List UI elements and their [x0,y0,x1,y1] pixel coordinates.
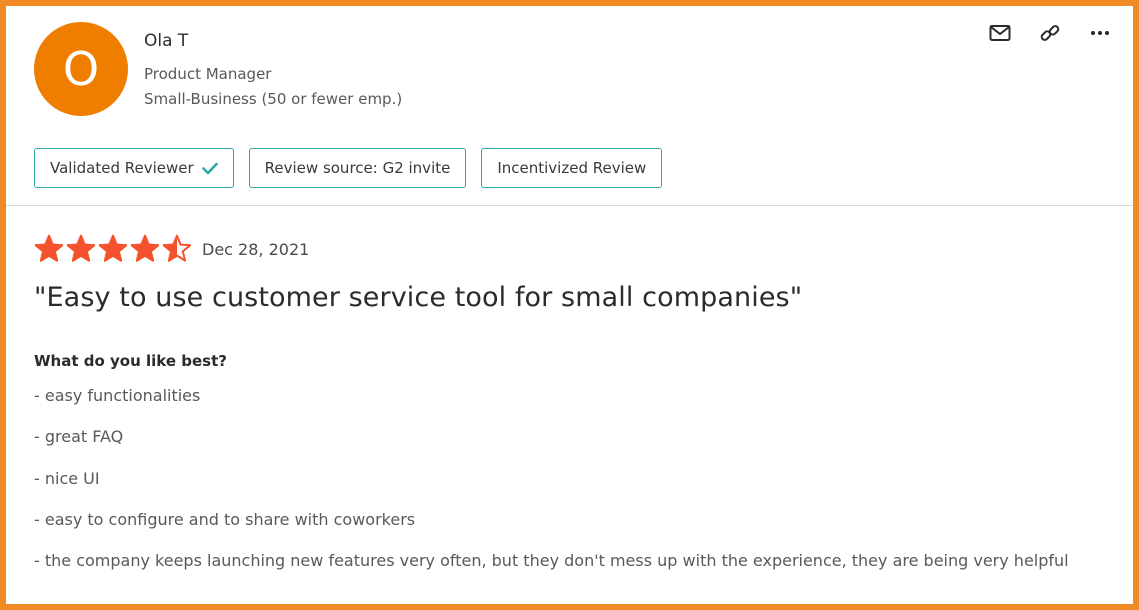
copy-link-button[interactable] [1037,20,1063,46]
review-actions [987,20,1113,46]
star-full-icon [130,234,160,262]
review-card-frame: O Ola T Product Manager Small-Business (… [0,0,1139,610]
incentivized-review-label: Incentivized Review [497,159,647,177]
answer-item: - the company keeps launching new featur… [34,551,1069,571]
more-options-button[interactable] [1087,20,1113,46]
answer-item: - easy functionalities [34,386,201,405]
star-full-icon [66,234,96,262]
reviewer-role: Product Manager [144,65,272,83]
incentivized-review-tag[interactable]: Incentivized Review [481,148,663,188]
answer-list: - easy functionalities - great FAQ - nic… [34,386,1069,592]
more-icon [1091,31,1109,35]
review-title: "Easy to use customer service tool for s… [34,282,803,313]
reviewer-name[interactable]: Ola T [144,31,188,51]
link-icon [1040,25,1060,41]
star-rating [34,234,192,264]
mail-icon [989,25,1011,41]
question-heading: What do you like best? [34,352,227,370]
answer-item: - great FAQ [34,427,124,447]
validated-reviewer-tag[interactable]: Validated Reviewer [34,148,234,188]
section-divider [6,205,1133,206]
checkmark-icon [201,162,218,174]
validated-reviewer-label: Validated Reviewer [50,159,194,177]
reviewer-segment: Small-Business (50 or fewer emp.) [144,90,403,108]
avatar[interactable]: O [34,22,128,116]
review-card: O Ola T Product Manager Small-Business (… [6,6,1133,604]
rating-row: Dec 28, 2021 [34,234,309,264]
star-full-icon [98,234,128,262]
review-tags: Validated Reviewer Review source: G2 inv… [34,148,663,188]
answer-item: - nice UI [34,468,100,488]
mail-button[interactable] [987,20,1013,46]
review-source-label: Review source: G2 invite [264,159,451,177]
star-full-icon [34,234,64,262]
avatar-letter: O [62,42,100,96]
answer-item: - easy to configure and to share with co… [34,509,416,529]
review-date: Dec 28, 2021 [202,239,310,259]
review-source-tag[interactable]: Review source: G2 invite [248,148,467,188]
star-half-icon [162,234,192,262]
